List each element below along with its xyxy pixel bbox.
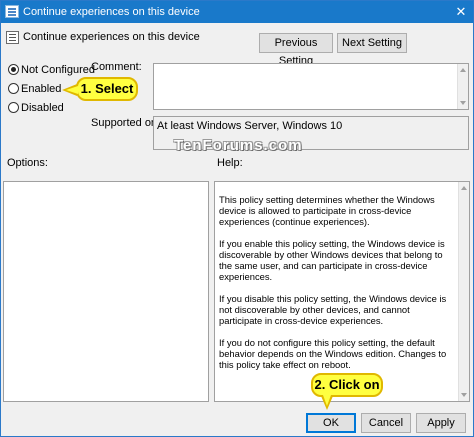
ok-button[interactable]: OK: [306, 413, 356, 433]
policy-icon: [5, 5, 19, 18]
setting-title: Continue experiences on this device: [23, 31, 200, 43]
next-setting-button[interactable]: Next Setting: [337, 33, 407, 53]
previous-setting-button[interactable]: Previous Setting: [259, 33, 333, 67]
radio-circle-checked[interactable]: [8, 64, 19, 75]
options-panel: [3, 181, 209, 402]
help-label: Help:: [217, 157, 243, 169]
help-text: This policy setting determines whether t…: [219, 194, 455, 381]
comment-scrollbar[interactable]: [457, 64, 468, 109]
title-bar: Continue experiences on this device ✕: [1, 1, 473, 23]
policy-dialog: Continue experiences on this device ✕ Co…: [0, 0, 474, 437]
radio-label: Enabled: [21, 83, 62, 95]
options-label: Options:: [7, 157, 48, 169]
cancel-button[interactable]: Cancel: [361, 413, 411, 433]
radio-circle[interactable]: [8, 83, 19, 94]
scroll-down-icon[interactable]: [460, 101, 466, 105]
help-paragraph: If you enable this policy setting, the W…: [219, 238, 445, 282]
window-title: Continue experiences on this device: [23, 6, 200, 18]
scroll-up-icon[interactable]: [461, 186, 467, 190]
comment-label: Comment:: [91, 61, 142, 73]
help-paragraph: This policy setting determines whether t…: [219, 194, 435, 227]
comment-field[interactable]: [153, 63, 469, 110]
apply-button[interactable]: Apply: [416, 413, 466, 433]
radio-circle[interactable]: [8, 102, 19, 113]
supported-on-label: Supported on:: [91, 117, 161, 129]
radio-label: Not Configured: [21, 64, 95, 76]
watermark: TenForums.com: [174, 137, 303, 154]
setting-icon: [6, 31, 19, 44]
close-icon[interactable]: ✕: [447, 1, 473, 23]
callout-select: 1. Select: [62, 77, 138, 101]
help-paragraph: If you do not configure this policy sett…: [219, 337, 447, 370]
scroll-down-icon[interactable]: [461, 393, 467, 397]
radio-label: Disabled: [21, 102, 64, 114]
help-paragraph: If you disable this policy setting, the …: [219, 293, 447, 326]
help-scrollbar[interactable]: [458, 182, 469, 401]
help-panel: This policy setting determines whether t…: [214, 181, 470, 402]
callout-click: 2. Click on: [311, 373, 383, 410]
scroll-up-icon[interactable]: [460, 68, 466, 72]
